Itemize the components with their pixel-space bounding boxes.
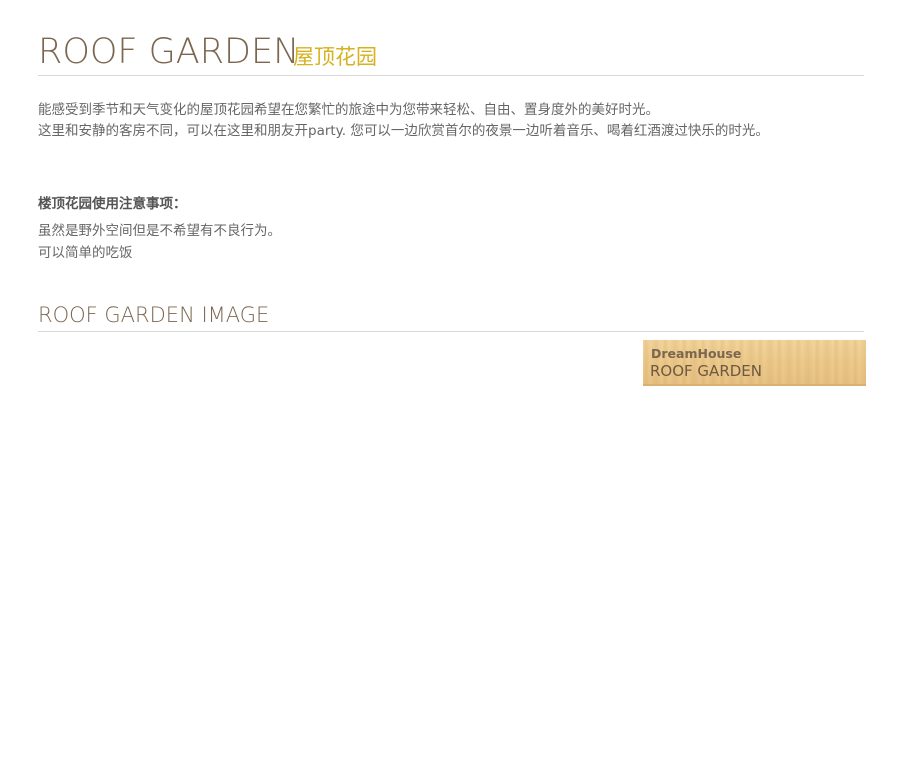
page-header: ROOF GARDEN 屋顶花园 [38,30,864,76]
image-section-header: ROOF GARDEN IMAGE [38,300,864,332]
notice-list: 虽然是野外空间但是不希望有不良行为。 可以简单的吃饭 [38,220,281,264]
image-section-title: ROOF GARDEN IMAGE [38,303,270,327]
badge-name: ROOF GARDEN [650,362,762,380]
intro-line: 这里和安静的客房不同，可以在这里和朋友开party. 您可以一边欣赏首尔的夜景一… [38,123,769,139]
roof-garden-badge: DreamHouse ROOF GARDEN [643,340,866,386]
badge-brand: DreamHouse [651,346,742,361]
page-title: ROOF GARDEN [38,32,300,72]
page-subtitle-chinese: 屋顶花园 [293,45,377,69]
notice-heading: 楼顶花园使用注意事项： [38,196,187,212]
notice-line: 可以简单的吃饭 [38,245,133,261]
notice-line: 虽然是野外空间但是不希望有不良行为。 [38,223,281,239]
intro-line: 能感受到季节和天气变化的屋顶花园希望在您繁忙的旅途中为您带来轻松、自由、置身度外… [38,102,659,118]
intro-text: 能感受到季节和天气变化的屋顶花园希望在您繁忙的旅途中为您带来轻松、自由、置身度外… [38,100,864,142]
